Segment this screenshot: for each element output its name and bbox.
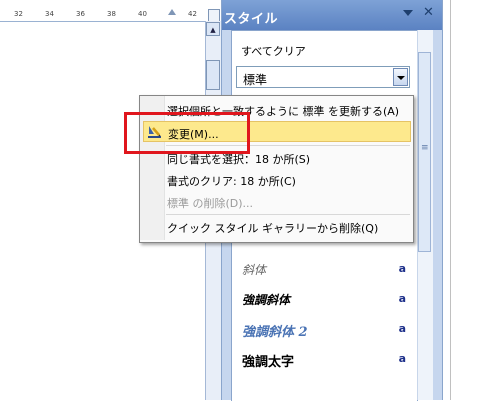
indent-marker[interactable] <box>168 9 176 15</box>
menu-separator <box>166 214 410 215</box>
paragraph-type-icon: a <box>398 262 406 275</box>
chevron-down-icon <box>397 76 405 80</box>
menu-item-label: クイック スタイル ギャラリーから削除(Q) <box>167 222 379 235</box>
style-name: 強調斜体 <box>242 293 291 307</box>
ruler-tick: 32 <box>14 10 23 18</box>
window-background <box>442 0 485 400</box>
ruler-tick: 36 <box>76 10 85 18</box>
styles-pane-title: スタイル <box>224 12 279 27</box>
pane-options-icon[interactable] <box>403 10 413 16</box>
menu-item-label: 書式のクリア: 18 か所(C) <box>167 175 296 188</box>
paragraph-type-icon: a <box>398 322 406 335</box>
horizontal-ruler: 32 34 36 38 40 42 <box>0 8 207 22</box>
grip-icon: ≡ <box>421 143 429 153</box>
annotation-highlight-box <box>124 112 250 154</box>
ruler-tick: 34 <box>45 10 54 18</box>
style-name: 強調斜体 2 <box>242 325 308 340</box>
menu-item-remove-from-gallery[interactable]: クイック スタイル ギャラリーから削除(Q) <box>143 216 411 237</box>
ruler-tick: 40 <box>138 10 147 18</box>
selected-style-value: 標準 <box>243 73 268 87</box>
menu-item-clear-formatting[interactable]: 書式のクリア: 18 か所(C) <box>143 169 411 190</box>
menu-item-delete-style: 標準 の削除(D)... <box>143 191 411 212</box>
paragraph-type-icon: a <box>398 292 406 305</box>
clear-all-item[interactable]: すべてクリア <box>241 43 306 59</box>
style-item-italic[interactable]: 斜体 a <box>236 258 412 280</box>
style-item-emphasis-bold[interactable]: 強調太字 a <box>236 348 412 370</box>
paragraph-type-icon: a <box>398 352 406 365</box>
ruler-tick: 38 <box>107 10 116 18</box>
style-name: 斜体 <box>242 263 267 277</box>
style-item-emphasis-italic-2[interactable]: 強調斜体 2 a <box>236 318 412 340</box>
style-item-emphasis-italic[interactable]: 強調斜体 a <box>236 288 412 310</box>
scroll-up-icon[interactable]: ▲ <box>206 22 220 36</box>
close-icon[interactable]: ✕ <box>423 5 434 20</box>
menu-item-label: 標準 の削除(D)... <box>167 197 254 210</box>
ruler-tick: 42 <box>188 10 197 18</box>
window-divider <box>450 0 451 400</box>
style-name: 強調太字 <box>242 355 295 370</box>
document-scroll-thumb[interactable] <box>206 60 220 90</box>
